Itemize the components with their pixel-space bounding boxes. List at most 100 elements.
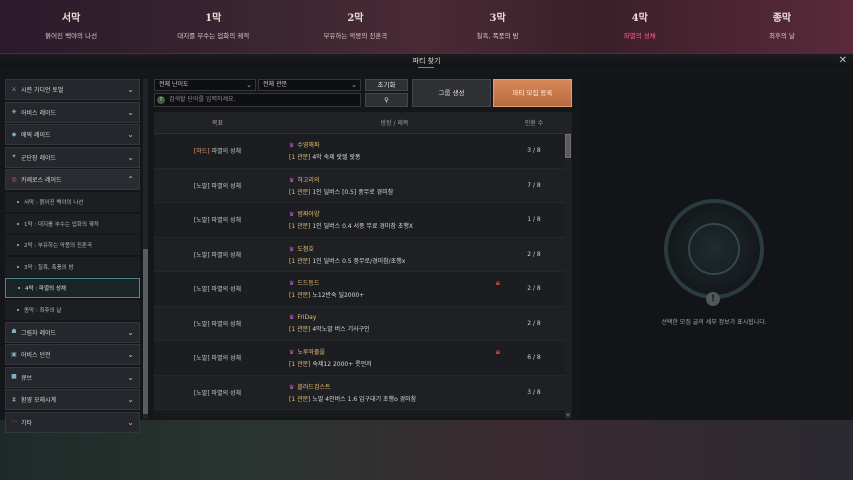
row-title: ♛ 노루와줄을 [1 관문] 숙제12 2000+ 룻언저 🔒︎	[281, 347, 508, 368]
sidebar-scroll-thumb[interactable]	[143, 249, 148, 414]
target-name: [노말] 파멸의 성채	[193, 355, 242, 363]
sidebar-subitem[interactable]: 2막 : 부유하는 악몽의 진혼곡	[5, 235, 140, 256]
row-title: ♛ FriDay [1 관문] 4막노말 버스 기사구인	[281, 314, 508, 333]
chapter-subtitle: 부유하는 악몽의 진혼곡	[323, 32, 388, 40]
row-title: ♛ 하고리의 [1 관문] 1인 딜버스 [0.5] 풍무로 경미참	[281, 175, 508, 196]
gate-select[interactable]: 전체 관문 ⌄	[258, 79, 361, 91]
chevron-down-icon: ⌄	[127, 130, 134, 140]
crown-icon: ♛	[289, 176, 295, 184]
table-scroll-thumb[interactable]	[565, 134, 571, 158]
member-count: 1 / 8	[527, 216, 541, 224]
lock-icon: 🔒︎	[495, 278, 500, 288]
description-text: 1인 딜버스 [0.5] 풍무로 경미참	[310, 188, 394, 196]
crown-icon: ♛	[289, 245, 295, 253]
row-target: [노말] 파멸의 성채	[154, 284, 281, 293]
sidebar-item[interactable]: ⚔ 시련 가디언 토벌 ⌄	[5, 79, 140, 100]
sidebar-subitem-label: 3막 : 칠흑, 폭풍의 밤	[24, 264, 74, 271]
chapter-tab[interactable]: 서막 붉어진 백야의 나선	[0, 0, 142, 55]
sidebar-item-label: 기타	[21, 419, 33, 427]
create-group-button[interactable]: 그룹 생성	[412, 79, 491, 107]
leader-name: ♛ 범짜아양	[289, 209, 508, 218]
chapter-tab[interactable]: 1막대지를 부수는 업화의 궤적	[142, 0, 284, 55]
sidebar-subitem[interactable]: 종막 : 최후의 날	[5, 299, 140, 320]
row-target: [노말] 파멸의 성채	[154, 353, 281, 362]
party-finder-window: 파티 찾기 ✕ ⚔ 시련 가디언 토벌 ⌄ ◈ 어비스 레이드 ⌄ ◆ 에픽 레이드 ⌄ ✦ 군단장…	[0, 53, 853, 433]
help-icon[interactable]: ?	[157, 96, 165, 104]
chapter-tab[interactable]: 4막 파멸의 성채	[569, 0, 711, 55]
scroll-down-icon[interactable]: ▾	[565, 412, 571, 418]
sidebar-item[interactable]: ◈ 어비스 레이드 ⌄	[5, 101, 140, 123]
table-row[interactable]: [노말] 파멸의 성채 ♛ FriDay [1 관문] 4막노말 버스 기사구인 …	[154, 306, 572, 341]
info-icon: !	[706, 292, 720, 306]
table-row[interactable]: [노말] 파멸의 성채 ♛ 범짜아양 [1 관문] 1인 딜버스 0.4 서풍 무…	[154, 203, 572, 238]
member-count: 2 / 8	[527, 250, 541, 258]
leader-name: ♛ 하고리의	[289, 175, 508, 184]
row-title: ♛ 블러드검스트 [1 관문] 노말 4인버스 1.6 입구대기 초행o 경미참	[281, 382, 508, 403]
leader-name-text: 블러드검스트	[297, 383, 331, 391]
target-name: 파멸의 성채	[209, 148, 242, 156]
sidebar-item[interactable]: ◆ 에픽 레이드 ⌄	[5, 124, 140, 146]
party-table: 목표 방장 / 제목 인원 수 [하드] 파멸의 성채 ♛ 수영해파 [1 관문]…	[154, 112, 572, 418]
table-row[interactable]: [하드] 파멸의 성채 ♛ 수영해파 [1 관문] 4막 숙제 랏텔 랏퐁 3 /…	[154, 134, 572, 169]
table-row[interactable]: [노말] 파멸의 성채 ♛ 하고리의 [1 관문] 1인 딜버스 [0.5] 풍무…	[154, 168, 572, 203]
table-row[interactable]: [노말] 파멸의 성채 ♛ 노루와줄을 [1 관문] 숙제12 2000+ 룻언저…	[154, 341, 572, 376]
sidebar-item-label: 시련 가디언 토벌	[21, 87, 64, 94]
close-icon[interactable]: ✕	[839, 54, 847, 68]
sidebar-item[interactable]: ✦ 군단장 레이드 ⌄	[5, 146, 140, 168]
member-count: 7 / 8	[527, 181, 541, 189]
leader-name-text: 범짜아양	[297, 211, 320, 219]
table-row[interactable]: [노말] 파멸의 성채 ♛ 블러드검스트 [1 관문] 노말 4인버스 1.6 입…	[154, 375, 572, 410]
member-count: 6 / 8	[527, 354, 541, 362]
member-count: 3 / 8	[527, 388, 541, 396]
leader-name-text: FriDay	[297, 313, 317, 321]
chevron-down-icon: ⌄	[127, 152, 134, 162]
sidebar-item[interactable]: ☗ 그림자 레이드 ⌄	[5, 321, 140, 343]
reset-button[interactable]: 초기화	[365, 79, 408, 91]
sidebar-item[interactable]: ◎ 카제로스 레이드 ⌃	[5, 169, 140, 191]
category-icon: ■	[11, 373, 17, 381]
detail-message: 선택한 모집 글의 세부 정보가 표시됩니다.	[661, 319, 767, 326]
member-count: 2 / 8	[527, 319, 541, 327]
target-name: [노말] 파멸의 성채	[193, 286, 242, 294]
chapter-number: 1막	[205, 13, 222, 24]
sidebar-subitem[interactable]: 서막 : 붉어진 백야의 나선	[5, 191, 140, 212]
description-text: 노12반숙 딜2000+	[310, 292, 365, 300]
table-row[interactable]: [노말] 파멸의 성채 ♛ 도첨호 [1 관문] 1인 딜버스 0.5 풍무로/경…	[154, 237, 572, 272]
chevron-down-icon: ⌄	[246, 81, 252, 89]
bullet-icon	[17, 265, 19, 268]
difficulty-select[interactable]: 전체 난이도 ⌄	[154, 79, 256, 91]
leader-name: ♛ 노루와줄을	[289, 347, 508, 356]
gate-label: [1 관문]	[289, 292, 311, 300]
chapter-tab[interactable]: 종막 최후의 날	[711, 0, 853, 55]
difficulty-tag: [하드]	[193, 148, 210, 156]
category-icon: ☗	[11, 328, 17, 336]
chapter-subtitle: 대지를 부수는 업화의 궤적	[177, 32, 250, 40]
search-input[interactable]: ? 검색할 단어를 입력하세요.	[154, 93, 361, 107]
sidebar-subitem[interactable]: 4막 : 파멸의 성채	[5, 278, 140, 299]
sidebar-item-label: 그림자 레이드	[21, 329, 57, 337]
header-target: 목표	[211, 120, 224, 127]
leader-name-text: 노루와줄을	[297, 349, 325, 357]
category-icon: ◆	[11, 130, 17, 138]
sidebar-item[interactable]: ▣ 어비스 던전 ⌄	[5, 344, 140, 366]
search-icon: ⚲	[384, 96, 389, 104]
sidebar-item[interactable]: ⋯ 기타 ⌄	[5, 411, 140, 433]
sidebar-subitem-label: 1막 : 대지를 부수는 업화의 궤적	[24, 221, 99, 228]
chevron-down-icon: ⌄	[127, 417, 134, 427]
chapter-tab[interactable]: 3막 칠흑, 폭풍의 밤	[427, 0, 569, 55]
sidebar-item[interactable]: ⧗ 환영 모래시계 ⌄	[5, 389, 140, 411]
sidebar-scrollbar[interactable]	[143, 79, 148, 419]
search-button[interactable]: ⚲	[365, 93, 408, 107]
chapter-tab[interactable]: 2막 부유하는 악몽의 진혼곡	[284, 0, 426, 55]
sidebar-item-label: 큐브	[21, 374, 33, 382]
register-party-button[interactable]: 파티 모집 등록	[493, 79, 572, 107]
table-scrollbar[interactable]: ▾	[565, 134, 571, 418]
chapter-number: 서막	[61, 13, 81, 24]
bullet-icon	[17, 244, 19, 247]
sidebar-subitem[interactable]: 1막 : 대지를 부수는 업화의 궤적	[5, 213, 140, 234]
party-description: [1 관문] 4막 숙제 랏텔 랏퐁	[289, 152, 508, 161]
sidebar-subitem[interactable]: 3막 : 칠흑, 폭풍의 밤	[5, 256, 140, 277]
chevron-down-icon: ⌄	[351, 81, 357, 89]
sidebar-item[interactable]: ■ 큐브 ⌄	[5, 366, 140, 388]
table-row[interactable]: [노말] 파멸의 성채 ♛ 드드등드 [1 관문] 노12반숙 딜2000+ 🔒︎…	[154, 272, 572, 307]
